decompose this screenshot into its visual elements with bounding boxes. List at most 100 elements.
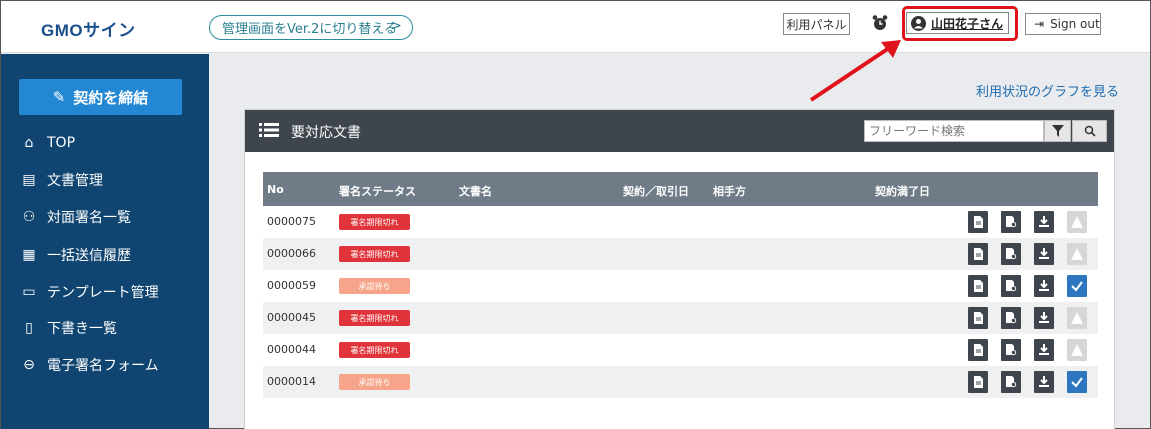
table-row[interactable]: 0000044 署名期限切れ (263, 334, 1098, 366)
sidebar-item-label: テンプレート管理 (47, 285, 159, 301)
sidebar-item-top[interactable]: ⌂ TOP (19, 131, 75, 155)
view-document-button[interactable] (968, 307, 988, 329)
alert-action-button[interactable] (1067, 243, 1087, 265)
preview-document-button[interactable] (1001, 307, 1021, 329)
search-button[interactable] (1072, 120, 1107, 142)
card-header: 要対応文書 (245, 110, 1114, 152)
view-document-button[interactable] (968, 211, 988, 233)
download-button[interactable] (1034, 275, 1054, 297)
handshake-icon: ✎ (52, 88, 66, 106)
alarm-clock-icon[interactable] (871, 14, 889, 32)
table-header: No 署名ステータス 文書名 契約／取引日 相手方 契約満了日 (263, 172, 1098, 206)
pending-documents-card: 要対応文書 No 署名ステータス 文書名 契約／取引日 相手方 契約満了日 00… (244, 109, 1115, 429)
document-icon (974, 376, 983, 388)
template-icon: ▭ (22, 284, 36, 300)
column-header[interactable]: 相手方 (713, 183, 746, 199)
table-row[interactable]: 0000014 承認待ち (263, 366, 1098, 398)
download-icon (1039, 312, 1049, 323)
preview-document-button[interactable] (1001, 371, 1021, 393)
view-document-button[interactable] (968, 243, 988, 265)
filter-icon (1051, 125, 1064, 137)
download-button[interactable] (1034, 243, 1054, 265)
status-badge: 署名期限切れ (339, 310, 410, 326)
sidebar-item-templates[interactable]: ▭ テンプレート管理 (19, 280, 159, 304)
column-header[interactable]: 文書名 (459, 183, 492, 199)
document-number: 0000045 (267, 311, 316, 324)
warning-icon (1071, 344, 1083, 356)
list-icon (259, 123, 279, 137)
table-row[interactable]: 0000059 承認待ち (263, 270, 1098, 302)
status-badge: 承認待ち (339, 374, 410, 390)
status-badge: 署名期限切れ (339, 246, 410, 262)
alert-action-button[interactable] (1067, 339, 1087, 361)
document-icon (974, 280, 983, 292)
download-button[interactable] (1034, 307, 1054, 329)
sidebar-item-bulk-history[interactable]: ▦ 一括送信履歴 (19, 243, 131, 267)
preview-document-button[interactable] (1001, 339, 1021, 361)
signout-button[interactable]: ⇥ Sign out (1025, 13, 1101, 35)
search-icon (1084, 125, 1096, 137)
download-icon (1039, 248, 1049, 259)
row-actions (968, 339, 1100, 361)
user-menu-button[interactable]: 山田花子さん (906, 12, 1009, 34)
bulk-send-icon: ▦ (22, 247, 36, 263)
card-title: 要対応文書 (291, 125, 361, 141)
signout-icon: ⇥ (1034, 17, 1045, 31)
top-header: GMOサイン 管理画面をVer.2に切り替える > 利用パネル 山田花子さん ⇥… (1, 1, 1150, 53)
sidebar-item-label: 電子署名フォーム (47, 358, 159, 374)
sidebar-item-documents[interactable]: ▤ 文書管理 (19, 168, 103, 192)
document-icon (974, 248, 983, 260)
usage-panel-button[interactable]: 利用パネル (783, 13, 850, 35)
table-row[interactable]: 0000075 署名期限切れ (263, 206, 1098, 238)
alert-action-button[interactable] (1067, 211, 1087, 233)
download-button[interactable] (1034, 371, 1054, 393)
sidebar-item-drafts[interactable]: ▯ 下書き一覧 (19, 316, 117, 340)
link-icon: ⊖ (23, 357, 35, 373)
contract-button-label: 契約を締結 (73, 88, 149, 107)
download-button[interactable] (1034, 211, 1054, 233)
row-actions (968, 307, 1100, 329)
sidebar-item-face-to-face[interactable]: ⚇ 対面署名一覧 (19, 205, 131, 229)
user-name: 山田花子さん (931, 16, 1004, 31)
table-row[interactable]: 0000066 署名期限切れ (263, 238, 1098, 270)
download-button[interactable] (1034, 339, 1054, 361)
app-logo[interactable]: GMOサイン (41, 16, 136, 41)
row-actions (968, 275, 1100, 297)
sidebar-item-signature-form[interactable]: ⊖ 電子署名フォーム (19, 353, 159, 377)
download-icon (1039, 280, 1049, 291)
column-header[interactable]: 契約満了日 (875, 183, 930, 199)
sidebar-item-label: TOP (47, 135, 76, 151)
column-header[interactable]: 署名ステータス (339, 183, 416, 199)
usage-graph-link[interactable]: 利用状況のグラフを見る (976, 81, 1119, 100)
view-document-button[interactable] (968, 275, 988, 297)
switch-version-button[interactable]: 管理画面をVer.2に切り替える > (209, 15, 413, 40)
document-icon (974, 344, 983, 356)
status-badge: 署名期限切れ (339, 214, 410, 230)
preview-document-button[interactable] (1001, 211, 1021, 233)
sidebar-item-label: 一括送信履歴 (47, 248, 131, 264)
search-input[interactable] (864, 120, 1044, 142)
filter-button[interactable] (1044, 120, 1071, 142)
view-document-button[interactable] (968, 339, 988, 361)
column-header[interactable]: No (267, 183, 284, 196)
view-document-button[interactable] (968, 371, 988, 393)
contract-button[interactable]: ✎ 契約を締結 (19, 79, 182, 115)
preview-document-button[interactable] (1001, 275, 1021, 297)
alert-action-button[interactable] (1067, 307, 1087, 329)
sidebar-item-label: 対面署名一覧 (47, 210, 131, 226)
warning-icon (1071, 248, 1083, 260)
document-number: 0000059 (267, 279, 316, 292)
document-number: 0000075 (267, 215, 316, 228)
document-search-icon (1006, 376, 1017, 388)
preview-document-button[interactable] (1001, 243, 1021, 265)
approve-button[interactable] (1067, 275, 1087, 297)
approve-button[interactable] (1067, 371, 1087, 393)
chevron-right-icon: > (390, 18, 402, 34)
column-header[interactable]: 契約／取引日 (623, 183, 689, 199)
download-icon (1039, 216, 1049, 227)
row-actions (968, 211, 1100, 233)
sidebar: ✎ 契約を締結 ⌂ TOP ▤ 文書管理 ⚇ 対面署名一覧 ▦ 一括送信履歴 ▭… (1, 54, 209, 429)
annotation-arrow (809, 40, 901, 102)
table-row[interactable]: 0000045 署名期限切れ (263, 302, 1098, 334)
document-icon (974, 216, 983, 228)
